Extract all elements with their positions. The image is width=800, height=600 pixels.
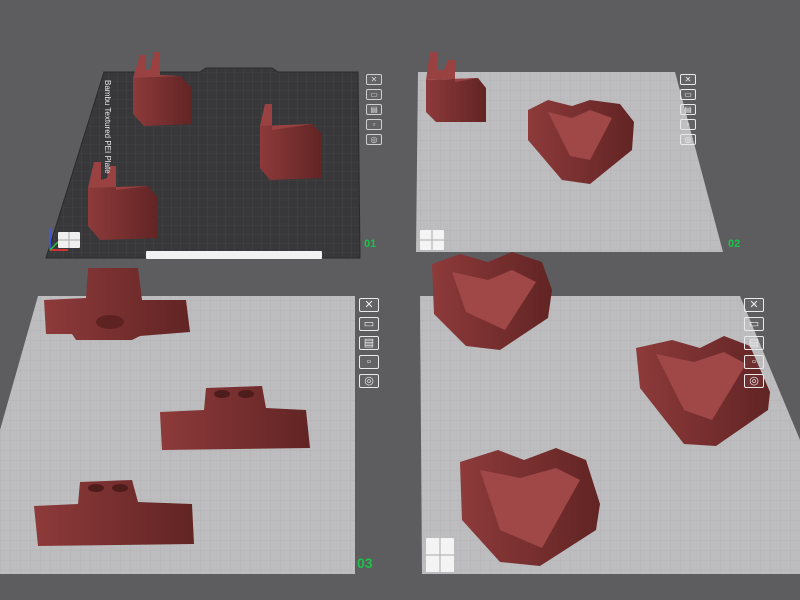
settings-icon[interactable]: ◎ xyxy=(680,134,696,145)
orient-icon[interactable]: ▭ xyxy=(366,89,382,100)
orient-icon[interactable]: ▭ xyxy=(744,317,764,331)
slice-icon[interactable]: ▤ xyxy=(680,104,696,115)
arrange-icon[interactable]: ✕ xyxy=(359,298,379,312)
lock-icon[interactable]: ▫ xyxy=(359,355,379,369)
arrange-icon[interactable]: ✕ xyxy=(680,74,696,85)
plate-01-status-bar xyxy=(146,251,322,259)
settings-icon[interactable]: ◎ xyxy=(744,374,764,388)
part-t-clip[interactable] xyxy=(44,268,190,340)
plate-03-toolbar: ✕ ▭ ▤ ▫ ◎ xyxy=(359,298,379,393)
settings-icon[interactable]: ◎ xyxy=(366,134,382,145)
slice-icon[interactable]: ▤ xyxy=(359,336,379,350)
plate-number-03[interactable]: 03 xyxy=(357,555,373,571)
lock-icon[interactable]: ▫ xyxy=(744,355,764,369)
plate-logo-01 xyxy=(58,232,80,248)
part-corner-bracket[interactable] xyxy=(133,52,192,126)
plate-02-toolbar: ✕ ▭ ▤ ▫ ◎ xyxy=(680,74,696,149)
slice-icon[interactable]: ▤ xyxy=(366,104,382,115)
arrange-icon[interactable]: ✕ xyxy=(744,298,764,312)
plate-type-label: Bambu Textured PEI Plate xyxy=(103,80,112,174)
slice-icon[interactable]: ▤ xyxy=(744,336,764,350)
settings-icon[interactable]: ◎ xyxy=(359,374,379,388)
plate-logo-02 xyxy=(420,230,444,250)
orient-icon[interactable]: ▭ xyxy=(359,317,379,331)
plate-number-02[interactable]: 02 xyxy=(728,238,740,250)
part-corner-bracket[interactable] xyxy=(426,52,486,122)
lock-icon[interactable]: ▫ xyxy=(366,119,382,130)
plate-number-01[interactable]: 01 xyxy=(364,238,376,250)
lock-icon[interactable]: ▫ xyxy=(680,119,696,130)
plate-04-toolbar: ✕ ▭ ▤ ▫ ◎ xyxy=(744,298,764,393)
plate-01-toolbar: ✕ ▭ ▤ ▫ ◎ xyxy=(366,74,382,149)
orient-icon[interactable]: ▭ xyxy=(680,89,696,100)
arrange-icon[interactable]: ✕ xyxy=(366,74,382,85)
plate-logo-04 xyxy=(426,538,454,572)
